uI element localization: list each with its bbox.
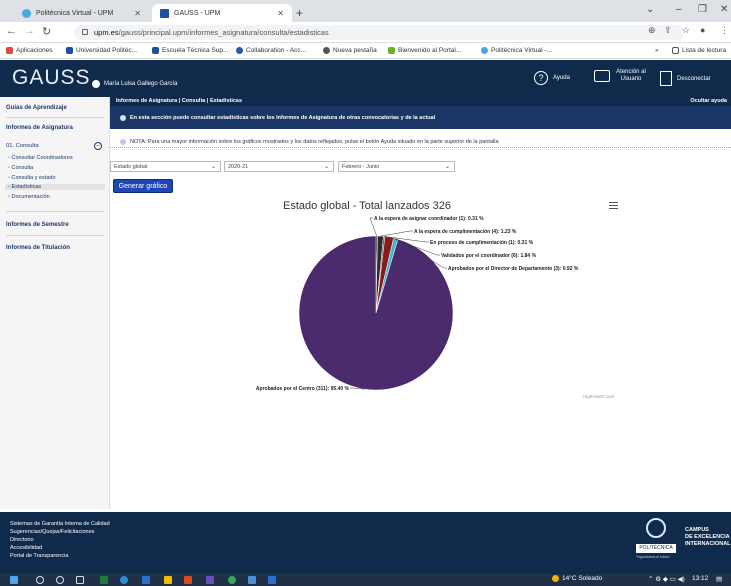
notifications-icon[interactable]: ▤ [716,575,722,583]
footer-link-suggestions[interactable]: Sugerencias/Quejas/Felicitaciones [10,529,94,535]
system-tray-icons[interactable]: ⌃ ⚙ ◆ ▭ ◀) [648,575,685,583]
pie-connector-line [380,230,413,237]
chart-credit[interactable]: Highcharts.com [583,394,614,399]
campus-excellence[interactable]: CAMPUS DE EXCELENCIA INTERNACIONAL [685,527,731,548]
pie-data-label: En proceso de cumplimentación (1): 0.31 … [430,240,534,246]
app-icon[interactable] [248,576,256,584]
windows-taskbar: 14°C Soleado ⌃ ⚙ ◆ ▭ ◀) 13:12 ▤ [0,574,731,586]
pie-data-label: Aprobados por el Centro (311): 95.40 % [256,386,350,392]
footer-link-transparency[interactable]: Portal de Transparencia [10,553,68,559]
start-icon[interactable] [10,576,18,584]
file-explorer-icon[interactable] [164,576,172,584]
outlook-icon[interactable] [142,576,150,584]
upm-motto: "Ingeniamos el futuro" [636,555,671,559]
campus-line: INTERNACIONAL [685,541,731,547]
weather-text: 14°C Soleado [562,575,603,582]
powerpoint-icon[interactable] [184,576,192,584]
footer: Sistemas de Garantía Interna de Calidad … [0,512,731,574]
upm-logo[interactable]: POLITÉCNICA [636,544,676,553]
pie-chart: A la espera de asignar coordinador (1): … [256,216,579,392]
footer-link-accessibility[interactable]: Accesibilidad [10,545,42,551]
footer-link-quality[interactable]: Sistemas de Garantía Interna de Calidad [10,521,110,527]
word-icon[interactable] [268,576,276,584]
teams-icon[interactable] [206,576,214,584]
campus-line: DE EXCELENCIA [685,534,730,540]
chrome-icon[interactable] [228,576,236,584]
pie-data-label: A la espera de cumplimentación (4): 1.23… [414,229,517,235]
cortana-icon[interactable] [56,576,64,584]
pie-data-label: Validados por el coordinador (6): 1.84 % [441,253,537,259]
excel-icon[interactable] [100,576,108,584]
footer-link-directory[interactable]: Directorio [10,537,34,543]
edge-icon[interactable] [120,576,128,584]
clock[interactable]: 13:12 [692,575,708,582]
pie-data-label: Aprobados por el Director de Departament… [448,266,579,272]
pie-data-label: A la espera de asignar coordinador (1): … [374,216,484,222]
task-view-icon[interactable] [76,576,84,584]
campus-line: CAMPUS [685,527,709,533]
weather-widget[interactable]: 14°C Soleado [552,575,602,582]
sun-icon [552,575,559,582]
upm-seal-icon [646,518,666,538]
search-icon[interactable] [36,576,44,584]
